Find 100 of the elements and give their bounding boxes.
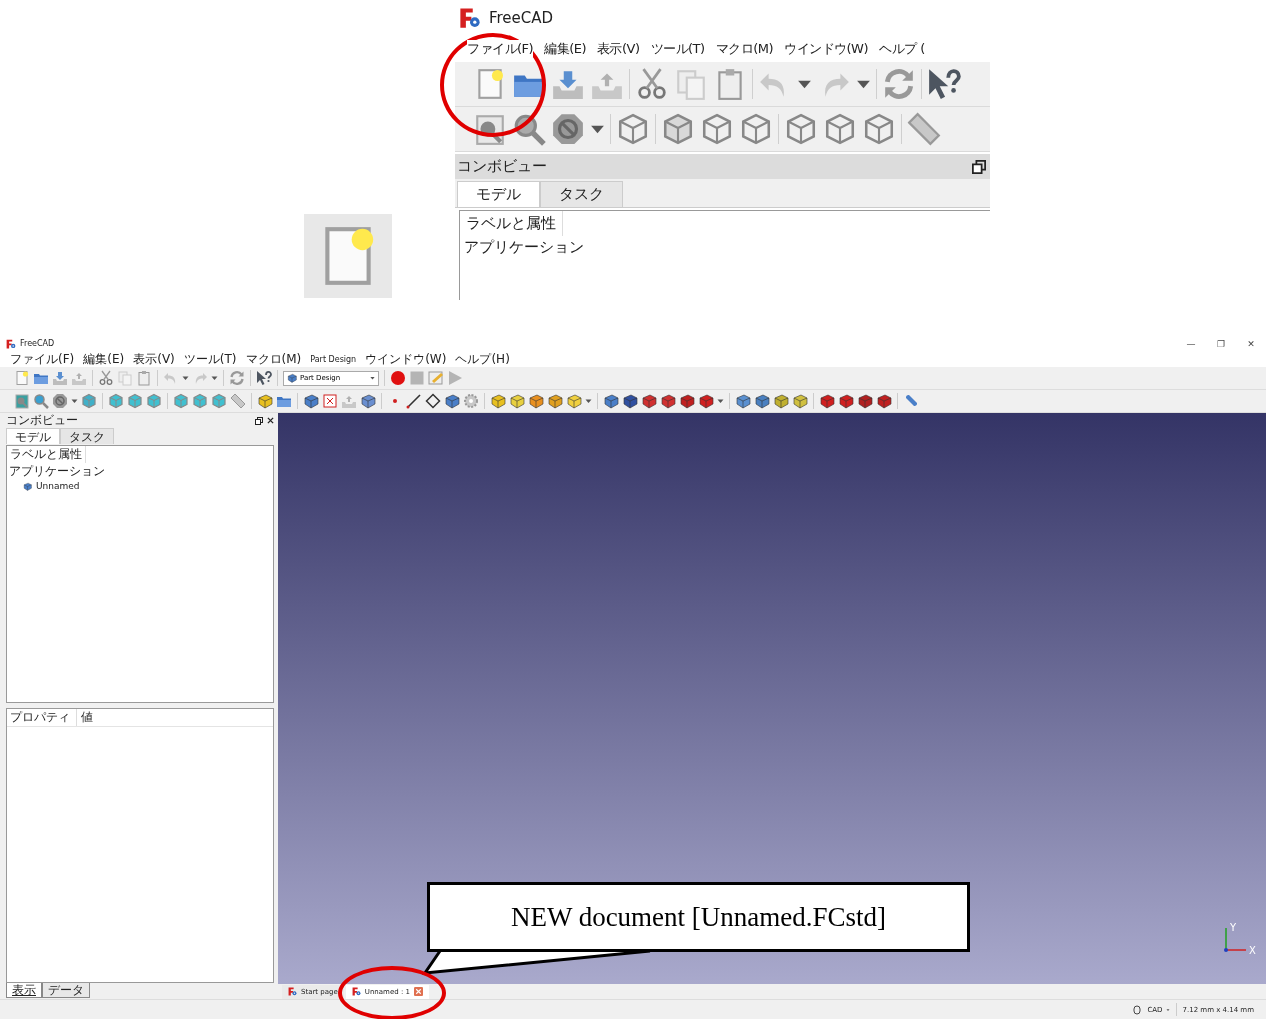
prohibited-icon[interactable] (52, 393, 68, 409)
mouse-icon (1133, 1004, 1142, 1015)
solid-icon[interactable] (509, 393, 525, 409)
solid-icon[interactable] (679, 393, 695, 409)
wireframe-cube-icon[interactable] (700, 112, 734, 146)
tab[interactable]: 表示 (6, 983, 42, 998)
diamond-icon[interactable] (425, 393, 441, 409)
cube-icon[interactable] (108, 393, 124, 409)
solid-icon[interactable] (23, 481, 32, 491)
solid-icon[interactable] (444, 393, 460, 409)
cube-icon[interactable] (146, 393, 162, 409)
solid-icon[interactable] (603, 393, 619, 409)
menu-item[interactable]: 編集(E) (544, 40, 586, 58)
menu-item[interactable]: マクロ(M) (245, 351, 302, 368)
solid-icon[interactable] (303, 393, 319, 409)
solid-icon[interactable] (754, 393, 770, 409)
tree-item[interactable]: アプリケーション (7, 463, 273, 480)
solid-icon[interactable] (876, 393, 892, 409)
clipboard-icon[interactable] (136, 370, 152, 386)
menu-item[interactable]: マクロ(M) (715, 40, 773, 58)
solid-icon[interactable] (566, 393, 582, 409)
prohibited-icon[interactable] (551, 112, 585, 146)
ruler-icon[interactable] (907, 112, 941, 146)
window-title: FreeCAD (489, 9, 554, 27)
window-control[interactable]: — (1176, 338, 1206, 349)
menu-item[interactable]: ウインドウ(W) (784, 40, 868, 58)
close-icon[interactable] (267, 417, 274, 424)
app-logo-icon (6, 338, 16, 349)
app-logo-icon (459, 7, 481, 29)
line-icon[interactable] (406, 393, 422, 409)
wireframe-cube-icon[interactable] (823, 112, 857, 146)
new-document-icon[interactable] (14, 370, 30, 386)
cube-icon[interactable] (173, 393, 189, 409)
window-control[interactable]: ❐ (1206, 338, 1236, 349)
scissors-icon[interactable] (98, 370, 114, 386)
wireframe-cube-icon[interactable] (616, 112, 650, 146)
magnifier-icon[interactable] (33, 393, 49, 409)
solid-icon[interactable] (660, 393, 676, 409)
scissors-icon[interactable] (635, 67, 669, 101)
menu-item[interactable]: Part Design (310, 355, 357, 364)
tab[interactable]: モデル (6, 428, 60, 444)
solid-icon[interactable] (622, 393, 638, 409)
float-icon[interactable] (255, 416, 263, 425)
tab[interactable]: データ (42, 983, 90, 998)
cube-icon[interactable] (127, 393, 143, 409)
solid-icon[interactable] (735, 393, 751, 409)
menu-item[interactable]: ヘルプ(H) (455, 351, 510, 368)
tray-arrow-icon[interactable] (52, 370, 68, 386)
panel-title: コンボビュー (457, 157, 547, 176)
solid-icon[interactable] (490, 393, 506, 409)
float-icon[interactable] (972, 159, 986, 174)
solid-icon[interactable] (857, 393, 873, 409)
gear-icon[interactable] (463, 393, 479, 409)
window-title: FreeCAD (20, 339, 55, 348)
solid-icon[interactable] (547, 393, 563, 409)
magnifier-icon[interactable] (512, 112, 546, 146)
menu-item[interactable]: ツール(T) (183, 351, 237, 368)
help-pointer-icon[interactable] (256, 370, 272, 386)
solid-icon[interactable] (773, 393, 789, 409)
menu-item[interactable]: ヘルプ ( (879, 40, 925, 58)
solid-icon[interactable] (257, 393, 273, 409)
cube-icon[interactable] (211, 393, 227, 409)
solid-icon[interactable] (819, 393, 835, 409)
cube-icon[interactable] (81, 393, 97, 409)
record-icon[interactable] (390, 370, 406, 386)
tab[interactable]: タスク (540, 181, 623, 207)
refresh-icon[interactable] (882, 67, 916, 101)
menu-item[interactable]: 表示(V) (597, 40, 640, 58)
menu-item[interactable]: 表示(V) (133, 351, 175, 368)
panel-title: コンボビュー (6, 412, 78, 429)
tree-item[interactable]: アプリケーション (460, 236, 990, 259)
solid-icon[interactable] (838, 393, 854, 409)
window-control[interactable]: ✕ (1236, 338, 1266, 349)
ruler-icon[interactable] (230, 393, 246, 409)
cube-icon[interactable] (192, 393, 208, 409)
menu-item[interactable]: ツール(T) (650, 40, 705, 58)
cylinder-icon[interactable] (903, 393, 919, 409)
solid-icon[interactable] (360, 393, 376, 409)
menu-item[interactable]: ファイル(F) (10, 351, 75, 368)
menu-item[interactable]: ウインドウ(W) (365, 351, 447, 368)
tab[interactable]: タスク (60, 428, 114, 444)
wireframe-cube-icon[interactable] (784, 112, 818, 146)
solid-icon[interactable] (698, 393, 714, 409)
wireframe-cube-icon[interactable] (739, 112, 773, 146)
tab[interactable]: モデル (457, 181, 540, 207)
solid-icon[interactable] (641, 393, 657, 409)
help-pointer-icon[interactable] (927, 67, 961, 101)
wireframe-cube-icon[interactable] (862, 112, 896, 146)
solid-icon[interactable] (528, 393, 544, 409)
zoom-fit-icon[interactable] (14, 393, 30, 409)
refresh-icon[interactable] (229, 370, 245, 386)
tree-item[interactable]: Unnamed (36, 481, 80, 491)
menu-item[interactable]: 編集(E) (83, 351, 125, 368)
solid-icon[interactable] (792, 393, 808, 409)
menu-item[interactable]: ファイル(F) (467, 40, 534, 58)
column-header: ラベルと属性 (7, 446, 86, 463)
sketch-icon[interactable] (322, 393, 338, 409)
solid-icon[interactable] (287, 373, 297, 383)
cube-icon[interactable] (661, 112, 695, 146)
zoom-fit-icon[interactable] (473, 112, 507, 146)
